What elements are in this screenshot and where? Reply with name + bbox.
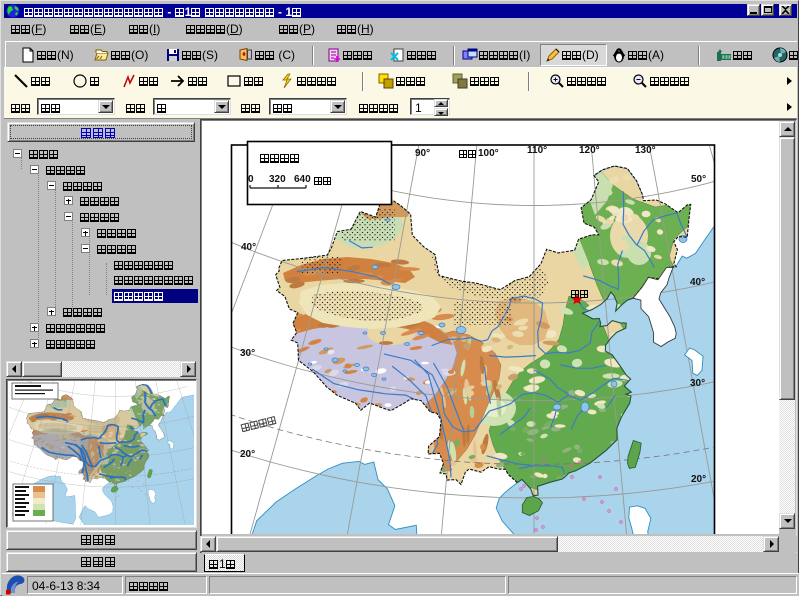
svg-text:130°: 130° — [635, 145, 656, 156]
svg-text:0: 0 — [248, 174, 254, 185]
svg-text:40°: 40° — [690, 277, 705, 288]
svg-text:30°: 30° — [240, 348, 255, 359]
svg-text:30°: 30° — [690, 378, 705, 389]
svg-text:110°: 110° — [527, 145, 547, 156]
svg-text:40°: 40° — [241, 242, 256, 253]
svg-text:120°: 120° — [579, 145, 600, 156]
svg-text:320: 320 — [269, 174, 286, 185]
svg-text:50°: 50° — [691, 174, 706, 185]
svg-text:640: 640 — [294, 174, 311, 185]
svg-text:90°: 90° — [415, 148, 430, 159]
svg-text:20°: 20° — [691, 474, 706, 485]
svg-text:100°: 100° — [478, 148, 499, 159]
svg-text:20°: 20° — [240, 449, 255, 460]
